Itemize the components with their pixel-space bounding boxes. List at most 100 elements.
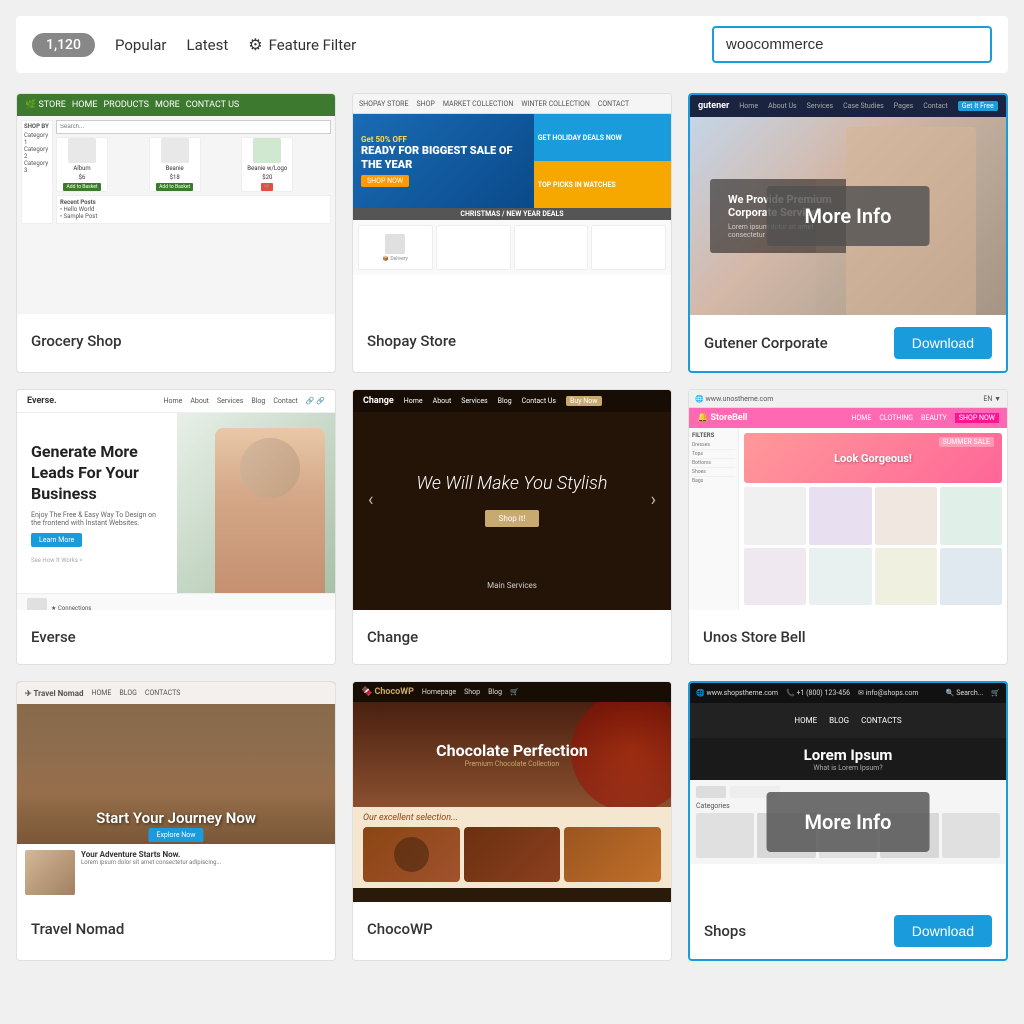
change-shop-cta: Shop it!: [485, 510, 540, 527]
card-footer-change: Change: [353, 610, 671, 664]
unos-prod-5: [744, 548, 806, 606]
grocery-nav-item: HOME: [72, 100, 98, 110]
grocery-nav-item4: CONTACT US: [186, 100, 240, 110]
card-footer-unos: Unos Store Bell: [689, 610, 1007, 664]
everse-headline: Generate More Leads For Your Business: [31, 442, 163, 504]
everse-nav-home: Home: [163, 397, 182, 405]
preview-unos[interactable]: 🌐 www.unostheme.com EN ▼ 🔔 StoreBell HOM…: [689, 390, 1007, 610]
card-footer-travel: Travel Nomad: [17, 902, 335, 956]
gutener-nav2: About Us: [768, 102, 797, 110]
card-title-shopay: Shopay Store: [367, 332, 456, 350]
unos-prod-1: [744, 487, 806, 545]
feature-filter[interactable]: ⚙ Feature Filter: [248, 35, 356, 54]
shops-header: HOME BLOG CONTACTS: [690, 703, 1006, 738]
everse-nav-contact: Contact: [273, 397, 297, 405]
travel-bottom-title: Your Adventure Starts Now.: [81, 850, 221, 859]
everse-logo: Everse.: [27, 396, 57, 406]
unos-prod-8: [940, 548, 1002, 606]
card-footer-everse: Everse: [17, 610, 335, 664]
shops-search: 🔍 Search...: [946, 689, 984, 697]
grocery-product-2: Beanie $18 Add to Basket: [149, 137, 201, 192]
more-info-gutener[interactable]: More Info: [767, 186, 930, 246]
travel-logo: ✈ Travel Nomad: [25, 689, 84, 698]
shopay-nav3: WINTER COLLECTION: [521, 100, 589, 108]
popular-link[interactable]: Popular: [115, 36, 167, 54]
shopay-brand: SHOPAY STORE: [359, 100, 408, 108]
choco-section-title: Our excellent selection...: [363, 813, 661, 823]
everse-hero-image: [177, 413, 335, 593]
gutener-nav4: Case Studies: [843, 102, 884, 110]
unos-filter-2: Tops: [692, 450, 735, 459]
preview-choco[interactable]: 🍫 ChocoWP Homepage Shop Blog 🛒 Chocolate…: [353, 682, 671, 902]
unos-topnav3: BEAUTY: [921, 414, 947, 422]
unos-prod-2: [809, 487, 871, 545]
card-footer-grocery: Grocery Shop: [17, 314, 335, 368]
search-input[interactable]: [712, 26, 992, 63]
preview-change[interactable]: Change Home About Services Blog Contact …: [353, 390, 671, 610]
more-info-shops[interactable]: More Info: [767, 792, 930, 852]
everse-nav-blog: Blog: [251, 397, 265, 405]
shops-hero-sub: What is Lorem Ipsum?: [698, 764, 998, 772]
unos-prod-3: [875, 487, 937, 545]
shopay-nav4: CONTACT: [598, 100, 629, 108]
change-prev-arrow[interactable]: ‹: [368, 490, 373, 511]
grocery-product-1: Album $6 Add to Basket: [56, 137, 108, 192]
unos-prod-7: [875, 548, 937, 606]
change-next-arrow[interactable]: ›: [651, 490, 656, 511]
change-nav2: About: [433, 397, 452, 405]
grocery-nav-item3: MORE: [155, 100, 180, 110]
change-slogan: We Will Make You Stylish: [417, 473, 608, 494]
preview-travel[interactable]: ✈ Travel Nomad HOME BLOG CONTACTS Start …: [17, 682, 335, 902]
grocery-logo: 🌿 STORE: [25, 100, 66, 110]
choco-nav4: 🛒: [510, 688, 519, 696]
card-travel: ✈ Travel Nomad HOME BLOG CONTACTS Start …: [16, 681, 336, 961]
card-title-choco: ChocoWP: [367, 920, 433, 938]
gutener-nav5: Pages: [894, 102, 913, 110]
preview-grocery-shop[interactable]: 🌿 STORE HOME PRODUCTS MORE CONTACT US SH…: [17, 94, 335, 314]
choco-nav1: Homepage: [422, 688, 456, 696]
choco-nav: 🍫 ChocoWP Homepage Shop Blog 🛒: [353, 682, 671, 702]
travel-bottom-sub: Lorem ipsum dolor sit amet consectetur a…: [81, 859, 221, 866]
preview-shopay[interactable]: SHOPAY STORE SHOP MARKET COLLECTION WINT…: [353, 94, 671, 314]
preview-everse[interactable]: Everse. Home About Services Blog Contact…: [17, 390, 335, 610]
everse-nav: Everse. Home About Services Blog Contact…: [17, 390, 335, 413]
latest-link[interactable]: Latest: [186, 36, 228, 54]
change-nav5: Contact Us: [522, 397, 556, 405]
everse-nav-icons: 🔗 🔗: [306, 397, 325, 405]
shops-nav-contacts: CONTACTS: [861, 716, 902, 725]
card-title-shops: Shops: [704, 922, 746, 940]
card-footer-shopay: Shopay Store: [353, 314, 671, 368]
shops-nav-home: HOME: [794, 716, 817, 725]
travel-explore-btn[interactable]: Explore Now: [148, 828, 203, 842]
travel-nav2: BLOG: [119, 689, 137, 697]
download-button-shops[interactable]: Download: [894, 915, 992, 947]
everse-nav-services: Services: [217, 397, 243, 405]
card-title-change: Change: [367, 628, 418, 646]
shops-phone: 📞 +1 (800) 123-456: [786, 689, 850, 697]
download-button-gutener[interactable]: Download: [894, 327, 992, 359]
unos-filter-5: Bags: [692, 477, 735, 485]
gutener-nav6: Contact: [923, 102, 947, 110]
shopay-nav1: SHOP: [416, 100, 434, 108]
shops-cart: 🛒: [991, 689, 1000, 697]
everse-cta: Learn More: [31, 533, 82, 547]
card-shops: 🌐 www.shopstheme.com 📞 +1 (800) 123-456 …: [688, 681, 1008, 961]
feature-filter-label: Feature Filter: [269, 36, 357, 54]
card-shopay: SHOPAY STORE SHOP MARKET COLLECTION WINT…: [352, 93, 672, 373]
card-title-grocery: Grocery Shop: [31, 332, 122, 350]
unos-filter-3: Bottoms: [692, 459, 735, 468]
unos-topnav2: CLOTHING: [879, 414, 913, 422]
preview-gutener[interactable]: gutener Home About Us Services Case Stud…: [690, 95, 1006, 315]
travel-hero-text: Start Your Journey Now: [17, 809, 335, 827]
shops-cat-1: [696, 813, 754, 858]
shopay-nav2: MARKET COLLECTION: [443, 100, 514, 108]
change-text: We Will Make You Stylish Shop it!: [417, 473, 608, 527]
gutener-logo: gutener: [698, 101, 729, 111]
unos-banner-text: Look Gorgeous!: [834, 452, 912, 465]
gear-icon: ⚙: [248, 35, 262, 54]
change-nav1: Home: [404, 397, 423, 405]
grocery-nav-item2: PRODUCTS: [103, 100, 149, 110]
preview-shops[interactable]: 🌐 www.shopstheme.com 📞 +1 (800) 123-456 …: [690, 683, 1006, 903]
top-bar: 1,120 Popular Latest ⚙ Feature Filter: [16, 16, 1008, 73]
shops-email: ✉ info@shops.com: [858, 689, 919, 697]
